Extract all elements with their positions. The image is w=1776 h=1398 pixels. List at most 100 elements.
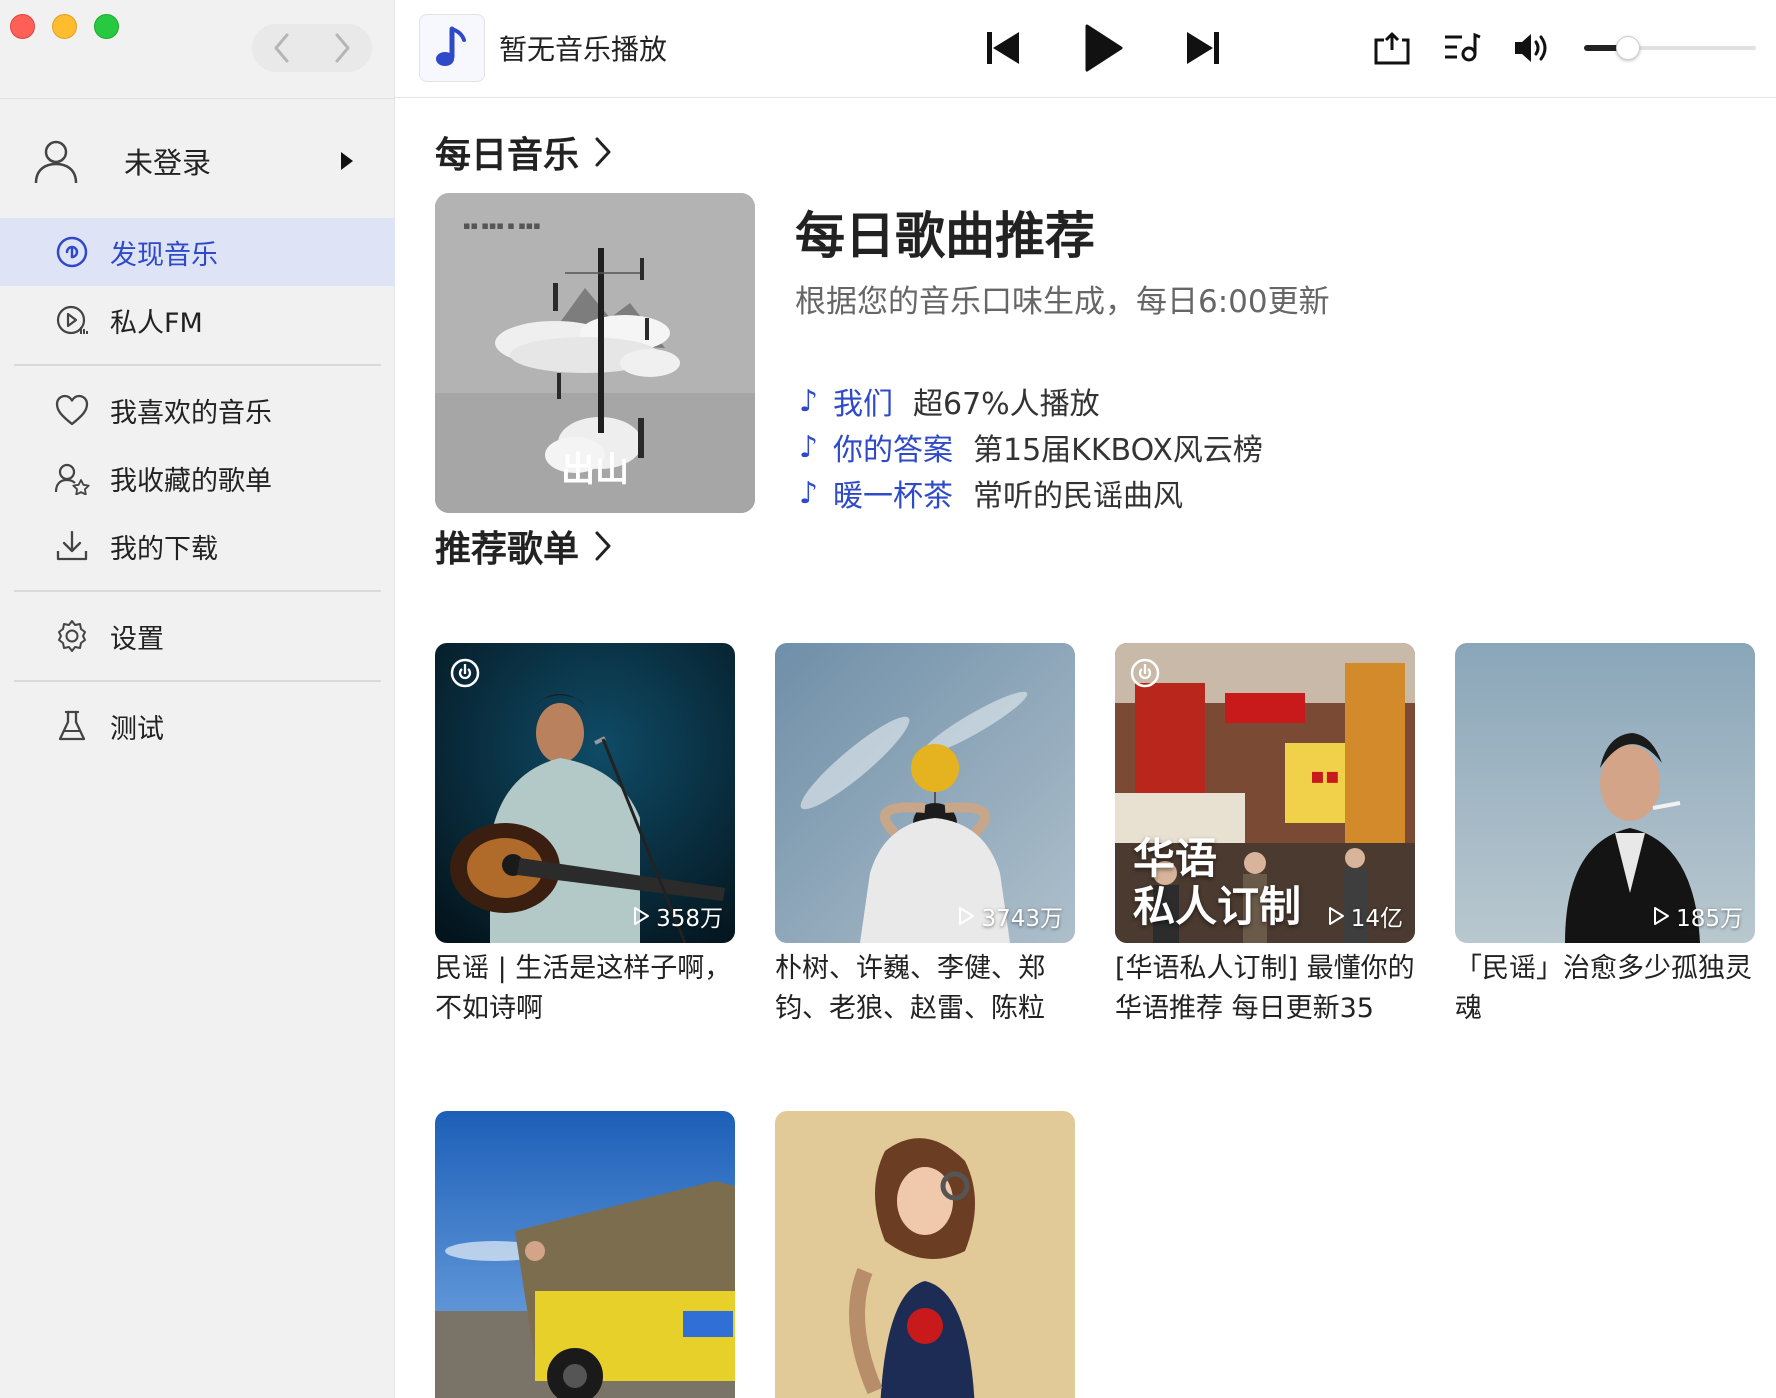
sidebar-item-test[interactable]: 测试	[0, 692, 395, 760]
daily-cover-label: 出山	[561, 450, 629, 490]
song-tag: 常听的民谣曲风	[973, 479, 1183, 514]
mute-button[interactable]	[1510, 26, 1554, 70]
netease-logo-icon	[1129, 657, 1161, 693]
now-playing-cover[interactable]	[419, 14, 485, 82]
sidebar-item-fm[interactable]: 私人FM	[0, 286, 395, 354]
zoom-window-button[interactable]	[94, 14, 119, 39]
play-count: 358万	[632, 899, 723, 933]
chevron-left-icon	[274, 33, 289, 63]
sidebar-divider	[0, 98, 395, 99]
song-name[interactable]: 你的答案	[833, 425, 953, 469]
recommended-playlists-header[interactable]: 推荐歌单	[435, 520, 613, 572]
play-outline-icon	[1328, 907, 1344, 925]
volume-slider-thumb[interactable]	[1616, 36, 1640, 60]
play-outline-icon	[634, 907, 650, 925]
playlist-card[interactable]	[775, 1111, 1075, 1398]
playlist-card[interactable]: 185万 「民谣」治愈多少孤独灵魂	[1455, 643, 1755, 1029]
download-icon	[52, 526, 92, 566]
playlist-card[interactable]	[435, 1111, 735, 1398]
daily-cover[interactable]: ▪▪ ▪▪▪ ▪ ▪▪▪ 出山	[435, 193, 755, 513]
close-window-button[interactable]	[10, 14, 35, 39]
playlist-title[interactable]: 「民谣」治愈多少孤独灵魂	[1455, 949, 1755, 1029]
song-name[interactable]: 我们	[833, 379, 893, 423]
playlist-title[interactable]: 朴树、许巍、李健、郑钧、老狼、赵雷、陈粒	[775, 949, 1075, 1029]
repeat-icon	[1374, 32, 1410, 65]
sidebar-item-discover[interactable]: 发现音乐	[0, 218, 395, 286]
playlist-cover-art	[775, 1111, 1075, 1398]
minimize-window-button[interactable]	[52, 14, 77, 39]
sidebar-item-label: 设置	[110, 623, 164, 655]
chevron-right-icon	[335, 33, 350, 63]
playlist-cover-art	[1455, 643, 1755, 943]
daily-song-item[interactable]: ♪ 暖一杯茶 常听的民谣曲风	[799, 470, 1263, 516]
back-button[interactable]	[262, 28, 302, 68]
play-outline-icon	[1654, 907, 1670, 925]
sidebar-item-label: 发现音乐	[110, 239, 218, 271]
song-tag: 第15届KKBOX风云榜	[973, 433, 1263, 468]
sidebar-item-downloads[interactable]: 我的下载	[0, 512, 395, 580]
sidebar-item-label: 我喜欢的音乐	[110, 397, 272, 429]
sidebar-menu: 发现音乐 私人FM 我喜欢的音乐 我收藏的歌单 我的下载 设置 测试	[0, 218, 395, 760]
sidebar-item-collected[interactable]: 我收藏的歌单	[0, 444, 395, 512]
menu-divider	[14, 590, 381, 592]
playlist-card[interactable]: 3743万 朴树、许巍、李健、郑钧、老狼、赵雷、陈粒	[775, 643, 1075, 1029]
playlist-cover[interactable]: 185万	[1455, 643, 1755, 943]
play-icon	[1085, 24, 1123, 72]
collected-playlists-icon	[52, 458, 92, 498]
daily-song-item[interactable]: ♪ 你的答案 第15届KKBOX风云榜	[799, 424, 1263, 470]
music-note-icon	[436, 26, 466, 66]
playlist-cover-overlay: 华语 私人订制	[1133, 834, 1302, 931]
playlist-button[interactable]	[1440, 26, 1484, 70]
user-login-row[interactable]: 未登录	[30, 128, 375, 194]
playlist-cover[interactable]	[435, 1111, 735, 1398]
svg-text:▪▪: ▪▪	[1310, 764, 1340, 789]
play-count-value: 14亿	[1350, 906, 1403, 932]
play-count: 3743万	[957, 899, 1063, 933]
history-nav	[252, 24, 372, 72]
caret-right-icon	[341, 152, 353, 170]
sidebar-item-label: 我的下载	[110, 533, 218, 565]
daily-music-header[interactable]: 每日音乐	[435, 126, 613, 178]
play-count: 185万	[1652, 899, 1743, 933]
playlist-title[interactable]: 民谣 | 生活是这样子啊，不如诗啊	[435, 949, 735, 1029]
svg-text:▪▪ ▪▪▪ ▪ ▪▪▪: ▪▪ ▪▪▪ ▪ ▪▪▪	[463, 219, 541, 232]
playlist-card[interactable]: 358万 民谣 | 生活是这样子啊，不如诗啊	[435, 643, 735, 1029]
flask-icon	[52, 706, 92, 746]
player-bar: 暂无音乐播放	[395, 0, 1776, 98]
repeat-button[interactable]	[1370, 26, 1414, 70]
recommended-playlists-title: 推荐歌单	[435, 529, 580, 570]
music-note-icon: ♪	[799, 475, 819, 511]
play-count: 14亿	[1327, 899, 1403, 933]
song-name[interactable]: 暖一杯茶	[833, 471, 953, 515]
next-button[interactable]	[1175, 20, 1231, 76]
playlist-cover[interactable]: 358万	[435, 643, 735, 943]
user-name: 未登录	[124, 146, 212, 180]
playback-controls	[975, 20, 1231, 76]
forward-button[interactable]	[322, 28, 362, 68]
netease-logo-icon	[449, 657, 481, 693]
sidebar-item-settings[interactable]: 设置	[0, 602, 395, 670]
play-count-value: 358万	[656, 906, 723, 932]
daily-songs-description: 根据您的音乐口味生成，每日6:00更新	[795, 284, 1330, 320]
daily-song-item[interactable]: ♪ 我们 超67%人播放	[799, 378, 1263, 424]
playlist-title[interactable]: [华语私人订制] 最懂你的华语推荐 每日更新35	[1115, 949, 1415, 1029]
chevron-right-icon	[593, 530, 613, 562]
daily-music-title: 每日音乐	[435, 135, 580, 176]
discover-music-icon	[52, 232, 92, 272]
sidebar-item-liked[interactable]: 我喜欢的音乐	[0, 376, 395, 444]
playlist-cover[interactable]: 3743万	[775, 643, 1075, 943]
daily-songs-title: 每日歌曲推荐	[795, 207, 1095, 265]
volume-icon	[1515, 34, 1547, 62]
now-playing-title: 暂无音乐播放	[499, 33, 668, 66]
play-outline-icon	[959, 907, 975, 925]
previous-button[interactable]	[975, 20, 1031, 76]
menu-divider	[14, 680, 381, 682]
heart-icon	[52, 390, 92, 430]
play-button[interactable]	[1075, 20, 1131, 76]
playlist-cover[interactable]: ▪▪ 华语 私人订制 14亿	[1115, 643, 1415, 943]
playlist-cover[interactable]	[775, 1111, 1075, 1398]
volume-slider[interactable]	[1584, 36, 1756, 60]
playlist-cover-art	[775, 643, 1075, 943]
radio-fm-icon	[52, 300, 92, 340]
playlist-card[interactable]: ▪▪ 华语 私人订制 14亿 [华语私人订制] 最懂你的华语推荐 每日更新35	[1115, 643, 1415, 1029]
